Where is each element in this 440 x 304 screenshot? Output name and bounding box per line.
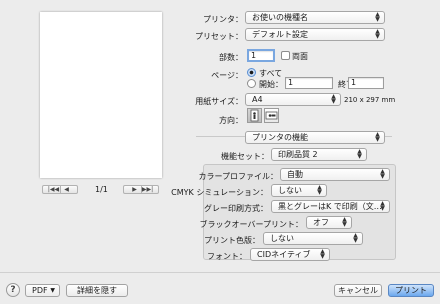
updown-arrows-icon: ▲ ▼: [375, 11, 380, 23]
feature-select-value: しない: [270, 234, 294, 243]
pages-from-input[interactable]: 1: [285, 77, 333, 89]
dropdown-arrow-icon: ▼: [50, 287, 55, 294]
paper-size-value: A4: [252, 95, 263, 104]
page-nav-back-group[interactable]: |◀◀ ◀: [42, 185, 78, 194]
preset-select-value: デフォルト設定: [252, 30, 308, 39]
duplex-label: 両面: [292, 52, 308, 61]
updown-arrows-icon: ▲ ▼: [353, 232, 358, 244]
pages-label: ページ：: [211, 71, 243, 80]
landscape-orientation-button[interactable]: [264, 108, 279, 123]
feature-select[interactable]: CIDネイティブ ▲ ▼: [250, 248, 330, 261]
pages-range-radio[interactable]: [247, 79, 256, 88]
help-button[interactable]: ?: [6, 283, 20, 297]
portrait-orientation-button[interactable]: [247, 108, 262, 123]
feature-set-value: 印刷品質 2: [278, 150, 318, 159]
section-select-value: プリンタの機能: [252, 133, 308, 142]
feature-label: CMYK シミュレーション：: [171, 188, 268, 197]
updown-arrows-icon: ▲ ▼: [317, 184, 322, 196]
pdf-label: PDF: [32, 286, 48, 295]
landscape-person-icon: [265, 111, 278, 120]
pages-all-label: すべて: [259, 69, 283, 78]
feature-set-label: 機能セット：: [221, 152, 269, 161]
feature-select-value: オフ: [313, 218, 329, 227]
next-page-icon[interactable]: ▶: [129, 186, 141, 193]
feature-label: フォント：: [207, 252, 247, 261]
section-select[interactable]: プリンタの機能 ▲ ▼: [245, 131, 385, 144]
footer-divider: [0, 272, 440, 273]
last-page-icon[interactable]: ▶▶|: [142, 186, 154, 193]
cancel-button[interactable]: キャンセル: [334, 284, 382, 297]
pages-from-label: 開始：: [259, 80, 283, 89]
pdf-menu-button[interactable]: PDF ▼: [25, 284, 60, 297]
feature-select[interactable]: しない ▲ ▼: [263, 232, 363, 245]
feature-label: グレー印刷方式：: [204, 204, 268, 213]
updown-arrows-icon: ▲ ▼: [320, 248, 325, 260]
updown-arrows-icon: ▲ ▼: [380, 200, 385, 212]
updown-arrows-icon: ▲ ▼: [357, 148, 362, 160]
feature-label: ブラックオーバープリント：: [199, 220, 303, 229]
paper-size-select[interactable]: A4 ▲ ▼: [245, 93, 341, 106]
first-page-icon[interactable]: |◀◀: [48, 186, 60, 193]
feature-select[interactable]: しない ▲ ▼: [271, 184, 327, 197]
prev-page-icon[interactable]: ◀: [61, 186, 73, 193]
paper-size-label: 用紙サイズ：: [195, 97, 243, 106]
print-button[interactable]: プリント: [388, 284, 434, 297]
updown-arrows-icon: ▲ ▼: [331, 93, 336, 105]
updown-arrows-icon: ▲ ▼: [375, 131, 380, 143]
feature-select[interactable]: 黒とグレーはK で印刷（文… ▲ ▼: [271, 200, 390, 213]
updown-arrows-icon: ▲ ▼: [342, 216, 347, 228]
pages-all-radio[interactable]: [247, 68, 256, 77]
feature-select-value: 自動: [287, 170, 303, 179]
preset-select[interactable]: デフォルト設定 ▲ ▼: [245, 28, 385, 41]
feature-select[interactable]: オフ ▲ ▼: [306, 216, 352, 229]
printer-label: プリンタ：: [203, 15, 243, 24]
printer-select[interactable]: お使いの機種名 ▲ ▼: [245, 11, 385, 24]
updown-arrows-icon: ▲ ▼: [380, 168, 385, 180]
pages-to-input[interactable]: 1: [348, 77, 384, 89]
feature-select-value: 黒とグレーはK で印刷（文…: [278, 202, 382, 211]
feature-select[interactable]: 自動 ▲ ▼: [280, 168, 390, 181]
feature-select-value: しない: [278, 186, 302, 195]
printer-select-value: お使いの機種名: [252, 13, 308, 22]
feature-label: カラープロファイル：: [198, 172, 278, 181]
page-nav-forward-group[interactable]: ▶ ▶▶|: [123, 185, 159, 194]
orientation-label: 方向：: [219, 116, 243, 125]
updown-arrows-icon: ▲ ▼: [375, 28, 380, 40]
feature-select-value: CIDネイティブ: [257, 250, 311, 259]
page-preview: [40, 12, 162, 178]
portrait-person-icon: [250, 109, 259, 122]
page-indicator: 1/1: [95, 185, 108, 194]
feature-label: プリント色版：: [204, 236, 260, 245]
hide-details-button[interactable]: 詳細を隠す: [66, 284, 128, 297]
copies-label: 部数：: [219, 53, 243, 62]
copies-input[interactable]: 1: [247, 49, 275, 62]
preset-label: プリセット：: [195, 32, 243, 41]
feature-set-select[interactable]: 印刷品質 2 ▲ ▼: [271, 148, 367, 161]
paper-dimensions: 210 x 297 mm: [344, 96, 396, 104]
duplex-checkbox[interactable]: [281, 51, 290, 60]
